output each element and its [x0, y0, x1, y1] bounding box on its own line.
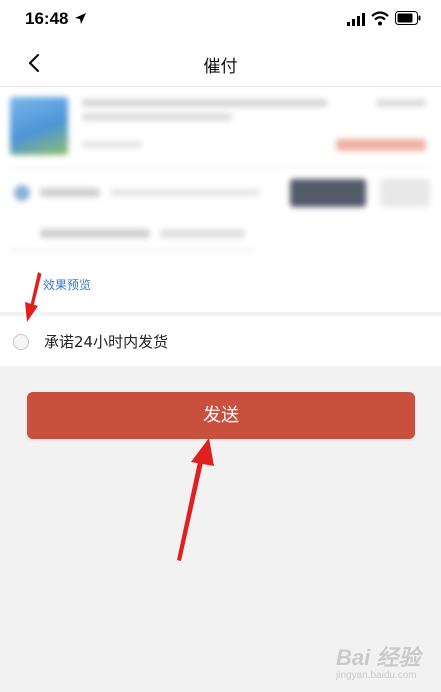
blurred-text-line	[376, 99, 426, 107]
status-time: 16:48	[25, 9, 69, 28]
blurred-text-line	[110, 189, 260, 196]
wifi-icon	[371, 11, 389, 26]
promise-radio[interactable]	[13, 334, 29, 350]
location-arrow-icon	[75, 13, 86, 24]
product-thumbnail	[10, 97, 68, 155]
status-bar: 16:48	[0, 0, 441, 40]
watermark-url: jingyan.baidu.com	[336, 670, 417, 681]
send-button[interactable]: 发送	[27, 392, 415, 439]
page-title: 催付	[203, 57, 238, 77]
baidu-watermark: Bai 经验 jingyan.baidu.com	[336, 636, 436, 686]
blurred-icon	[14, 185, 30, 201]
blurred-text-line	[82, 141, 142, 148]
promise-option-row[interactable]: 承诺24小时内发货	[0, 316, 441, 366]
effect-preview-link[interactable]: 效果预览	[43, 276, 91, 293]
blurred-price	[336, 139, 426, 151]
annotation-arrow-send	[177, 438, 214, 561]
blurred-text-line	[40, 188, 100, 197]
watermark-logo: Bai 经验	[336, 645, 421, 670]
blurred-button	[380, 179, 430, 207]
blurred-divider	[8, 167, 433, 168]
blurred-divider	[10, 249, 255, 251]
nav-bar: 催付	[0, 40, 441, 87]
blurred-button	[290, 179, 366, 207]
blurred-text-line	[40, 229, 150, 238]
message-preview-card: 效果预览	[0, 87, 441, 312]
blurred-text-line	[82, 99, 327, 107]
blurred-text-line	[160, 229, 245, 238]
signal-icon	[347, 13, 365, 26]
promise-label: 承诺24小时内发货	[44, 333, 169, 351]
blurred-text-line	[82, 113, 232, 121]
battery-icon	[395, 11, 421, 25]
